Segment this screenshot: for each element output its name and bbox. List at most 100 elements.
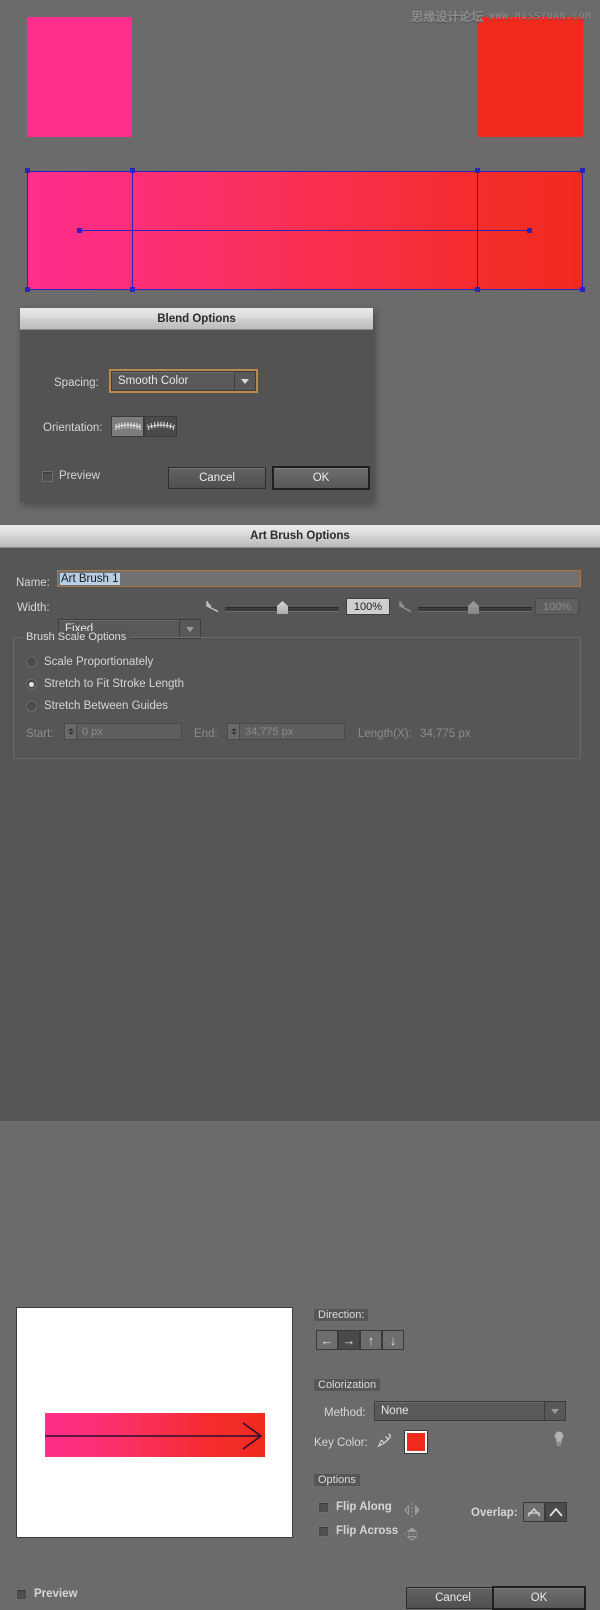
orientation-label: Orientation: (43, 422, 103, 434)
flip-across-icon (404, 1527, 420, 1541)
blend-cancel-label: Cancel (199, 472, 235, 484)
name-label: Name: (16, 577, 50, 589)
arrow-left-icon: ← (320, 1332, 334, 1348)
brush-name-value: Art Brush 1 (60, 572, 120, 585)
radio-indicator[interactable] (26, 700, 37, 712)
art-cancel-label: Cancel (435, 1592, 471, 1604)
direction-right-button[interactable]: → (338, 1330, 360, 1350)
width-value-1-text: 100% (353, 600, 383, 613)
direction-legend: Direction: (314, 1309, 369, 1321)
blend-spine (79, 230, 531, 231)
width-slider-2-thumb[interactable] (468, 601, 479, 614)
width-value-1[interactable]: 100% (346, 598, 390, 615)
selection-edge-bottom (27, 289, 583, 290)
flip-across-checkbox[interactable] (318, 1525, 329, 1537)
anchor-top-left[interactable] (25, 168, 30, 173)
brush-name-input[interactable]: Art Brush 1 (57, 570, 581, 587)
arrow-up-icon: ↑ (367, 1332, 375, 1348)
blend-options-dialog: Blend Options Spacing: Smooth Color Orie… (20, 308, 373, 502)
blend-dialog-titlebar[interactable]: Blend Options (20, 308, 373, 330)
brush-scale-options-group: Brush Scale Options Scale Proportionatel… (13, 631, 581, 759)
chevron-down-icon[interactable] (179, 620, 200, 638)
overlap-button-group (523, 1502, 567, 1522)
width-slider-1-thumb[interactable] (277, 601, 288, 614)
flip-across-row[interactable]: Flip Across (318, 1525, 398, 1537)
key-color-swatch[interactable] (404, 1430, 428, 1454)
watermark: 思缘设计论坛 WWW.MISSYUAN.COM (411, 8, 592, 25)
width-value-2[interactable]: 100% (535, 598, 579, 615)
art-cancel-button[interactable]: Cancel (406, 1587, 500, 1609)
chevron-down-icon[interactable] (234, 372, 255, 390)
eyedropper-icon[interactable] (376, 1432, 392, 1448)
blend-spine-point-end[interactable] (527, 228, 532, 233)
blend-object[interactable] (25, 168, 585, 292)
anchor-bottom-mid-right[interactable] (475, 287, 480, 292)
radio-indicator[interactable] (26, 678, 37, 690)
scale-radio-stretch-fit[interactable]: Stretch to Fit Stroke Length (26, 678, 184, 690)
brush-preview-pane (16, 1307, 293, 1538)
red-rectangle-shape[interactable] (478, 17, 583, 137)
overlap-allow-button[interactable] (523, 1502, 545, 1522)
end-field[interactable]: 34,775 px (227, 723, 345, 740)
scale-radio-proportionately-label: Scale Proportionately (44, 656, 154, 668)
scale-radio-stretch-fit-label: Stretch to Fit Stroke Length (44, 678, 184, 690)
flip-across-label: Flip Across (336, 1525, 399, 1537)
brush-scale-options-legend: Brush Scale Options (22, 631, 131, 643)
blend-preview-checkbox[interactable] (42, 470, 53, 482)
selection-edge-right (582, 171, 583, 290)
anchor-bottom-right[interactable] (580, 287, 585, 292)
blend-spine-point-start[interactable] (77, 228, 82, 233)
art-ok-label: OK (530, 1592, 548, 1604)
direction-button-group: ← → ↑ ↓ (316, 1330, 404, 1350)
direction-left-button[interactable]: ← (316, 1330, 338, 1350)
blend-dialog-title: Blend Options (157, 312, 236, 325)
overlap-prevent-button[interactable] (545, 1502, 567, 1522)
flip-along-icon (404, 1503, 420, 1517)
preview-arrow-overlay (45, 1422, 263, 1450)
direction-down-button[interactable]: ↓ (382, 1330, 404, 1350)
anchor-top-mid-right[interactable] (475, 168, 480, 173)
anchor-bottom-mid-left[interactable] (130, 287, 135, 292)
key-color-label: Key Color: (314, 1437, 368, 1449)
radio-indicator[interactable] (26, 656, 37, 668)
scale-radio-stretch-guides-label: Stretch Between Guides (44, 700, 169, 712)
start-field[interactable]: 0 px (64, 723, 182, 740)
stepper-icon[interactable] (228, 724, 240, 739)
blend-cancel-button[interactable]: Cancel (168, 467, 266, 489)
art-dialog-title: Art Brush Options (250, 530, 350, 542)
blend-ok-label: OK (312, 472, 330, 484)
arrow-right-icon: → (342, 1332, 356, 1348)
pink-rectangle-shape[interactable] (27, 17, 132, 137)
direction-up-button[interactable]: ↑ (360, 1330, 382, 1350)
options-legend: Options (314, 1474, 360, 1486)
colorization-method-select[interactable]: None (374, 1401, 566, 1421)
spacing-select[interactable]: Smooth Color (109, 369, 258, 393)
width-label: Width: (17, 602, 50, 614)
stepper-icon[interactable] (65, 724, 77, 739)
art-preview-checkbox[interactable] (16, 1588, 27, 1600)
flip-along-checkbox[interactable] (318, 1501, 329, 1513)
colorization-legend: Colorization (314, 1379, 381, 1391)
anchor-top-right[interactable] (580, 168, 585, 173)
orientation-button-group (111, 416, 177, 437)
flip-along-row[interactable]: Flip Along (318, 1501, 392, 1513)
orientation-align-to-path-button[interactable] (144, 416, 177, 437)
watermark-url-text: WWW.MISSYUAN.COM (489, 11, 592, 22)
chevron-down-icon[interactable] (544, 1402, 565, 1420)
blend-ok-button[interactable]: OK (272, 466, 370, 490)
start-value: 0 px (82, 725, 103, 738)
length-value: 34,775 px (420, 728, 471, 740)
scale-radio-stretch-guides[interactable]: Stretch Between Guides (26, 700, 168, 712)
direction-group: Direction: ← → ↑ ↓ (305, 1309, 581, 1368)
orientation-align-to-page-button[interactable] (111, 416, 144, 437)
art-dialog-titlebar[interactable]: Art Brush Options (0, 525, 600, 548)
start-label: Start: (26, 728, 54, 740)
art-ok-button[interactable]: OK (492, 1586, 586, 1610)
anchor-bottom-left[interactable] (25, 287, 30, 292)
art-preview-label: Preview (34, 1588, 78, 1600)
anchor-top-mid-left[interactable] (130, 168, 135, 173)
flip-along-label: Flip Along (336, 1501, 392, 1513)
art-preview-row: Preview (16, 1588, 77, 1600)
scale-radio-proportionately[interactable]: Scale Proportionately (26, 656, 153, 668)
lightbulb-icon[interactable] (552, 1430, 566, 1448)
